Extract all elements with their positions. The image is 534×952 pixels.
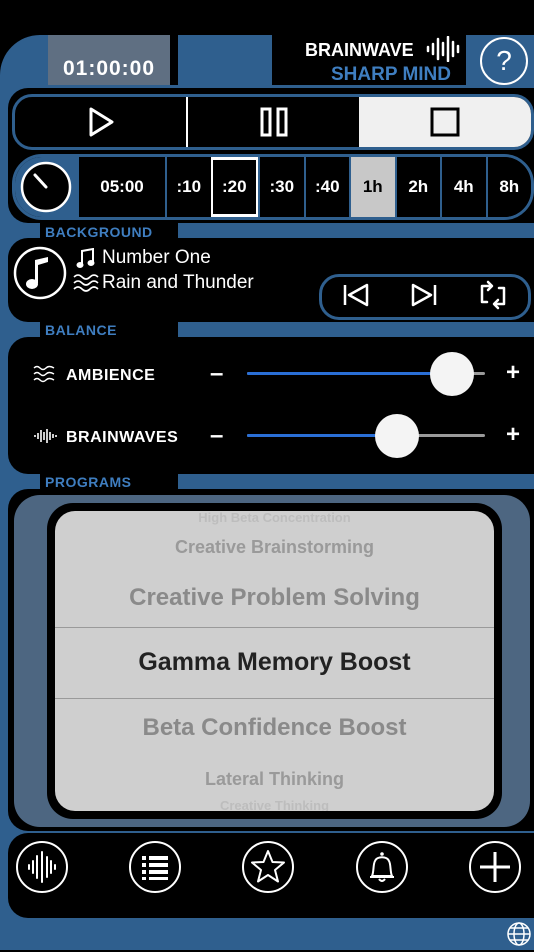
header-gap <box>170 35 178 85</box>
duration-option[interactable]: 8h <box>485 157 531 217</box>
duration-option[interactable]: :20 <box>210 157 258 217</box>
program-item[interactable]: Beta Confidence Boost <box>55 714 494 742</box>
timer-display: 01:00:00 <box>48 35 170 85</box>
brainwaves-slider[interactable] <box>247 414 485 458</box>
ambience-slider-fill <box>247 372 452 375</box>
pause-button[interactable] <box>188 97 359 147</box>
program-picker[interactable]: High Beta Concentration Creative Brainst… <box>47 503 502 819</box>
duration-option-label: :30 <box>269 177 295 196</box>
duration-option-label: :10 <box>176 177 202 196</box>
duration-option-label: 8h <box>499 177 520 196</box>
custom-duration[interactable]: 05:00 <box>77 157 165 217</box>
brainwave-mode-button[interactable] <box>15 840 69 899</box>
duration-option[interactable]: :40 <box>303 157 349 217</box>
music-note-icon <box>13 246 67 300</box>
program-item[interactable]: Creative Brainstorming <box>55 537 494 558</box>
background-music-name: Number One <box>102 247 211 268</box>
brainwaves-label: BRAINWAVES <box>66 429 179 446</box>
duration-option[interactable]: 2h <box>394 157 440 217</box>
brainwaves-plus-button[interactable]: + <box>506 421 520 449</box>
custom-duration-text: 05:00 <box>100 177 144 196</box>
play-button[interactable] <box>15 97 188 147</box>
track-controls <box>319 274 531 320</box>
repeat-icon <box>480 280 506 309</box>
balance-caption: BALANCE <box>45 322 117 338</box>
play-icon <box>89 107 113 137</box>
waves-icon <box>73 273 99 298</box>
waveform-icon <box>16 841 68 893</box>
duration-option-label: 1h <box>362 177 383 196</box>
program-picker-wheel[interactable]: High Beta Concentration Creative Brainst… <box>55 511 494 811</box>
program-item[interactable]: Creative Problem Solving <box>55 584 494 612</box>
timer-text: 01:00:00 <box>62 57 156 80</box>
ambience-plus-button[interactable]: + <box>506 359 520 387</box>
duration-options: :10 :20 :30 :40 1h 2h 4h 8h <box>165 157 531 217</box>
music-note-button[interactable] <box>13 246 67 305</box>
duration-option[interactable]: 4h <box>440 157 486 217</box>
background-ambience-name: Rain and Thunder <box>102 272 254 293</box>
programs-caption: PROGRAMS <box>45 474 132 490</box>
next-track-button[interactable] <box>409 282 439 313</box>
brand-line2: SHARP MIND <box>331 64 451 85</box>
duration-option-label: 2h <box>408 177 429 196</box>
help-icon: ? <box>496 45 512 76</box>
favorites-button[interactable] <box>241 840 295 899</box>
program-list-button[interactable] <box>128 840 182 899</box>
bell-icon <box>356 841 408 893</box>
brainwaves-minus-button[interactable]: – <box>210 422 223 450</box>
globe-button[interactable] <box>506 921 532 952</box>
timer-dial-icon <box>20 161 72 213</box>
alarm-button[interactable] <box>355 840 409 899</box>
picker-selection-line-top <box>55 627 494 628</box>
stop-icon <box>430 107 460 137</box>
help-button[interactable]: ? <box>480 37 528 85</box>
pause-icon <box>260 107 287 137</box>
brainwaves-icon <box>33 428 57 449</box>
ambience-minus-button[interactable]: – <box>210 360 223 388</box>
duration-option-label: 4h <box>453 177 474 196</box>
stop-button[interactable] <box>359 97 531 147</box>
ambience-slider[interactable] <box>247 352 485 396</box>
program-item[interactable]: Lateral Thinking <box>55 769 494 790</box>
plus-icon <box>469 841 521 893</box>
add-button[interactable] <box>468 840 522 899</box>
star-icon <box>242 841 294 893</box>
program-item-selected[interactable]: Gamma Memory Boost <box>55 648 494 677</box>
duration-option-label: :40 <box>314 177 340 196</box>
waveform-logo-icon <box>425 35 463 67</box>
brand-line1: BRAINWAVE <box>305 40 414 60</box>
list-icon <box>129 841 181 893</box>
repeat-button[interactable] <box>477 280 509 315</box>
skip-forward-icon <box>411 283 437 306</box>
duration-bar: 05:00 :10 :20 :30 :40 1h 2h 4h 8h <box>12 154 534 220</box>
duration-option[interactable]: :10 <box>165 157 211 217</box>
small-note-icon <box>75 247 97 275</box>
previous-track-button[interactable] <box>341 282 371 313</box>
transport-bar <box>12 94 534 150</box>
program-item[interactable]: Creative Thinking <box>55 799 494 812</box>
duration-option[interactable]: :30 <box>258 157 304 217</box>
globe-icon <box>507 922 531 946</box>
picker-selection-line-bottom <box>55 698 494 699</box>
duration-option-label: :20 <box>221 177 247 196</box>
brainwaves-slider-thumb[interactable] <box>374 414 419 458</box>
ambience-slider-thumb[interactable] <box>429 352 474 396</box>
ambience-label: AMBIENCE <box>66 367 156 384</box>
timer-dial-button[interactable] <box>15 157 77 217</box>
duration-option[interactable]: 1h <box>349 157 395 217</box>
ambience-icon <box>33 365 55 388</box>
skip-back-icon <box>343 283 369 306</box>
program-item[interactable]: High Beta Concentration <box>55 511 494 525</box>
